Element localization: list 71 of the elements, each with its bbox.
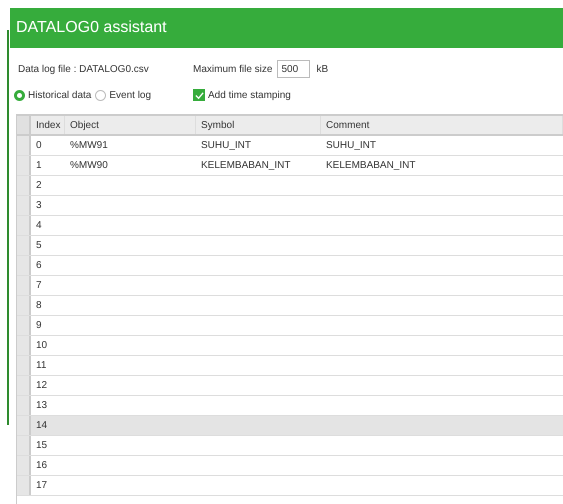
table-cell-text: 14 bbox=[36, 419, 48, 433]
table-row[interactable]: 2 bbox=[17, 176, 563, 196]
column-header[interactable]: Comment bbox=[321, 116, 563, 134]
row-header[interactable] bbox=[17, 396, 31, 415]
table-cell-text: 6 bbox=[36, 259, 42, 273]
row-header[interactable] bbox=[17, 276, 31, 295]
radio-option[interactable]: Event log bbox=[95, 88, 152, 102]
unit-label: kB bbox=[316, 62, 328, 76]
table-row[interactable]: 0 %MW91 SUHU_INT SUHU_INT bbox=[17, 136, 563, 156]
table-cell-text: 8 bbox=[36, 299, 42, 313]
table-cell-text: 17 bbox=[36, 479, 48, 493]
table-row[interactable]: 15 bbox=[17, 436, 563, 456]
table-cell-text: 11 bbox=[36, 359, 46, 373]
table-cell-text: 10 bbox=[36, 339, 48, 353]
table-cell-text: 5 bbox=[36, 239, 42, 253]
table-row[interactable]: 8 bbox=[17, 296, 563, 316]
table-cell-text: 2 bbox=[36, 179, 42, 193]
table-row[interactable]: 17 bbox=[17, 476, 563, 496]
table-row[interactable]: 6 bbox=[17, 256, 563, 276]
table-row[interactable]: 1 %MW90 KELEMBABAN_INT KELEMBABAN_INT bbox=[17, 156, 563, 176]
column-header[interactable]: Object bbox=[65, 116, 196, 134]
table-cell-text: SUHU_INT bbox=[326, 139, 376, 153]
table-row[interactable]: 10 bbox=[17, 336, 563, 356]
table-row[interactable]: 12 bbox=[17, 376, 563, 396]
table-row[interactable]: 5 bbox=[17, 236, 563, 256]
table-cell-text: KELEMBABAN_INT bbox=[201, 159, 290, 173]
table-cell-text: %MW91 bbox=[70, 139, 108, 153]
table-row[interactable]: 16 bbox=[17, 456, 563, 476]
row-header[interactable] bbox=[17, 356, 31, 375]
table-cell-text: 15 bbox=[36, 439, 48, 453]
table-row[interactable]: 14 bbox=[17, 416, 563, 436]
row-header[interactable] bbox=[17, 476, 31, 495]
row-header[interactable] bbox=[17, 196, 31, 215]
row-header[interactable] bbox=[17, 256, 31, 275]
row-header[interactable] bbox=[17, 216, 31, 235]
column-header[interactable]: Symbol bbox=[196, 116, 321, 134]
table-cell-text: %MW90 bbox=[70, 159, 108, 173]
table-cell-text: 7 bbox=[36, 279, 42, 293]
table-cell-text: 0 bbox=[36, 139, 42, 153]
table-row[interactable]: 4 bbox=[17, 216, 563, 236]
table-cell-text: 9 bbox=[36, 319, 42, 333]
table-cell-text: 13 bbox=[36, 399, 48, 413]
table-cell-text: 1 bbox=[36, 159, 42, 173]
table-cell-text: SUHU_INT bbox=[201, 139, 252, 153]
table-cell-text: 3 bbox=[36, 199, 42, 213]
row-header[interactable] bbox=[17, 236, 31, 255]
max-file-size-label: Maximum file size bbox=[193, 62, 272, 76]
window-title: DATALOG0 assistant bbox=[16, 18, 167, 38]
radio-option[interactable]: Historical data bbox=[14, 88, 92, 102]
row-header[interactable] bbox=[17, 316, 31, 335]
row-header[interactable] bbox=[17, 176, 31, 195]
table-cell-text: KELEMBABAN_INT bbox=[326, 159, 416, 173]
table-cell-text: 12 bbox=[36, 379, 48, 393]
max-file-size-field[interactable]: 500 bbox=[277, 60, 310, 78]
table-cell-text: 16 bbox=[36, 459, 48, 473]
data-log-file-label: Data log file : DATALOG0.csv bbox=[18, 62, 150, 76]
row-header[interactable] bbox=[17, 136, 31, 155]
row-header[interactable] bbox=[17, 296, 31, 315]
column-header[interactable]: Index bbox=[31, 116, 65, 134]
time-stamping-checkbox[interactable]: Add time stamping bbox=[193, 88, 291, 102]
table-row[interactable]: 11 bbox=[17, 356, 563, 376]
row-header[interactable] bbox=[17, 376, 31, 395]
table-row[interactable]: 13 bbox=[17, 396, 563, 416]
row-header[interactable] bbox=[17, 456, 31, 475]
table-row[interactable]: 3 bbox=[17, 196, 563, 216]
row-header[interactable] bbox=[17, 336, 31, 355]
table-row[interactable]: 7 bbox=[17, 276, 563, 296]
table-row[interactable]: 9 bbox=[17, 316, 563, 336]
row-header[interactable] bbox=[17, 436, 31, 455]
table-cell-text: 4 bbox=[36, 219, 42, 233]
row-header[interactable] bbox=[17, 156, 31, 175]
